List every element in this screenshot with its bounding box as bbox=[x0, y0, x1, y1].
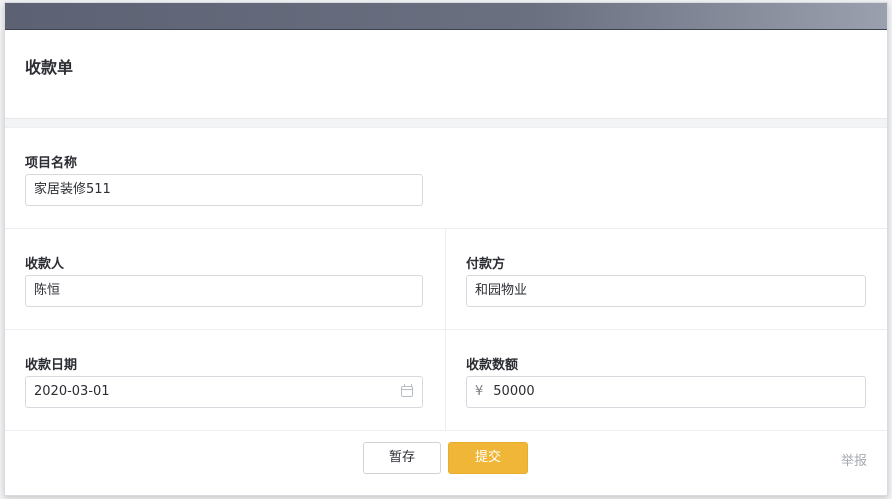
row-date-amount: 收款日期 2020-03-01 收款数额 ¥50000 bbox=[5, 330, 887, 431]
amount-input[interactable]: ¥50000 bbox=[466, 376, 866, 408]
page-title: 收款单 bbox=[25, 58, 74, 77]
form-header: 收款单 bbox=[5, 30, 887, 119]
app-window: 收款单 项目名称 家居装修511 收款人 陈恒 付款方 和园物业 收款日期 20… bbox=[4, 2, 888, 496]
amount-label: 收款数额 bbox=[466, 358, 519, 373]
save-draft-button[interactable]: 暂存 bbox=[363, 442, 441, 474]
calendar-icon[interactable] bbox=[401, 384, 413, 397]
field-payer: 付款方 和园物业 bbox=[445, 229, 887, 329]
currency-symbol: ¥ bbox=[475, 384, 484, 399]
payer-label: 付款方 bbox=[466, 257, 506, 272]
date-label: 收款日期 bbox=[25, 358, 78, 373]
payee-input[interactable]: 陈恒 bbox=[25, 275, 423, 307]
window-topbar bbox=[5, 3, 887, 30]
project-name-label: 项目名称 bbox=[25, 156, 78, 171]
payee-label: 收款人 bbox=[25, 257, 65, 272]
date-value: 2020-03-01 bbox=[34, 384, 110, 399]
row-project: 项目名称 家居装修511 bbox=[5, 128, 887, 229]
form-footer: 暂存 提交 举报 bbox=[5, 431, 887, 495]
payer-input[interactable]: 和园物业 bbox=[466, 275, 866, 307]
project-name-input[interactable]: 家居装修511 bbox=[25, 174, 423, 206]
field-project-name: 项目名称 家居装修511 bbox=[5, 128, 444, 228]
section-divider bbox=[5, 119, 887, 128]
field-payee: 收款人 陈恒 bbox=[5, 229, 444, 329]
field-date: 收款日期 2020-03-01 bbox=[5, 330, 444, 430]
date-input[interactable]: 2020-03-01 bbox=[25, 376, 423, 408]
row-parties: 收款人 陈恒 付款方 和园物业 bbox=[5, 229, 887, 330]
field-amount: 收款数额 ¥50000 bbox=[445, 330, 887, 430]
submit-button[interactable]: 提交 bbox=[448, 442, 528, 474]
report-link[interactable]: 举报 bbox=[841, 450, 867, 469]
amount-value: 50000 bbox=[493, 384, 535, 399]
